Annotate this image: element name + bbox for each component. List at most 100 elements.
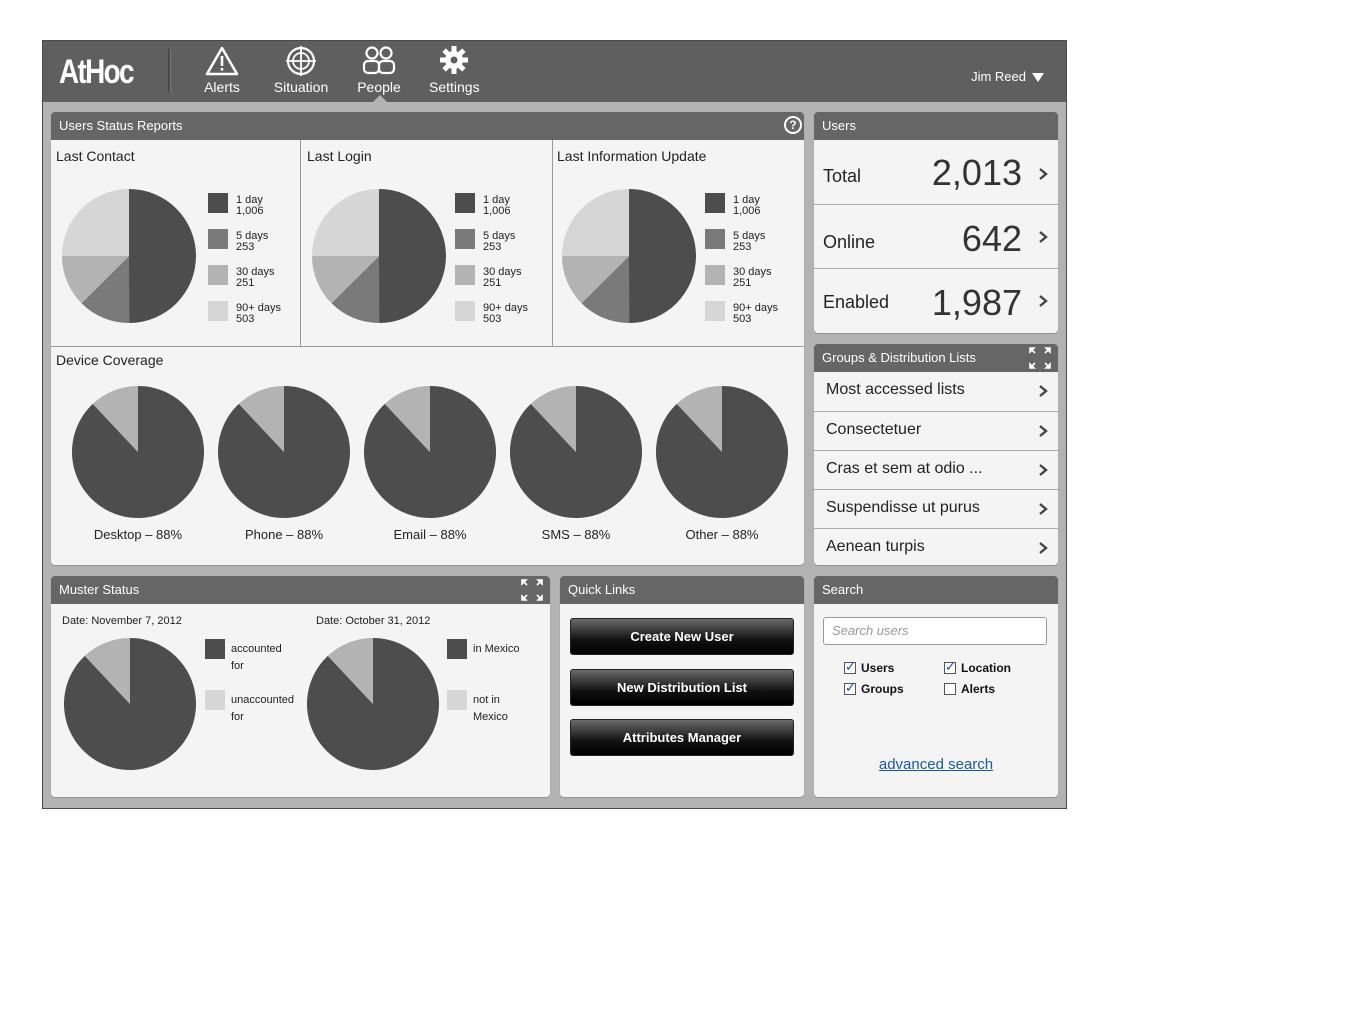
- stat-label: Total: [823, 166, 862, 186]
- pie-slice-90-plus-days: [312, 189, 379, 256]
- chart-title: Last Contact: [56, 148, 135, 164]
- muster-pie-chart: [307, 638, 439, 770]
- user-menu[interactable]: Jim Reed: [971, 69, 1044, 84]
- nav-settings[interactable]: Settings: [429, 45, 480, 95]
- pie-caption: SMS – 88%: [541, 527, 611, 542]
- users-enabled-row[interactable]: Enabled 1,987: [814, 268, 1058, 333]
- pie-caption: Desktop – 88%: [93, 527, 183, 542]
- group-list-label: Aenean turpis: [826, 538, 925, 555]
- chevron-right-icon: [1039, 385, 1048, 397]
- email-coverage-pie: [364, 386, 496, 518]
- pie-caption: Phone – 88%: [244, 527, 324, 542]
- divider: [552, 140, 553, 346]
- alert-triangle-icon: [205, 46, 239, 76]
- group-list-label: Consectetuer: [826, 421, 922, 438]
- expand-icon[interactable]: [520, 578, 544, 602]
- legend-swatch: [205, 639, 225, 659]
- pie-caption: Other – 88%: [685, 527, 759, 542]
- groups-distribution-lists-panel: Groups & Distribution Lists Most accesse…: [814, 344, 1058, 565]
- muster-date: Date: November 7, 2012: [62, 615, 182, 627]
- panel-header: Quick Links: [560, 576, 804, 604]
- legend-label: for: [231, 711, 244, 723]
- other-coverage-pie: [656, 386, 788, 518]
- pie-slice-90-plus-days: [562, 189, 629, 256]
- last-login-pie-chart: [312, 189, 447, 323]
- muster-status-panel: Muster Status Date: November 7, 2012 acc…: [51, 576, 550, 797]
- legend-value: 503: [483, 313, 502, 325]
- group-list-item[interactable]: Consectetuer: [814, 411, 1058, 450]
- location-checkbox[interactable]: Location: [944, 659, 1011, 675]
- users-checkbox[interactable]: Users: [844, 659, 894, 675]
- chevron-right-icon: [1039, 168, 1048, 180]
- nav-alerts[interactable]: Alerts: [203, 45, 241, 95]
- legend-label: accounted: [231, 643, 282, 655]
- create-new-user-button[interactable]: Create New User: [570, 618, 794, 655]
- legend-value: 1,006: [483, 205, 511, 217]
- attributes-manager-button[interactable]: Attributes Manager: [570, 719, 794, 756]
- chevron-right-icon: [1039, 425, 1048, 437]
- chevron-down-icon: [1032, 73, 1044, 83]
- expand-icon[interactable]: [1028, 346, 1052, 370]
- desktop-coverage-pie: [72, 386, 205, 518]
- checkbox-label: Groups: [861, 682, 904, 696]
- groups-checkbox[interactable]: Groups: [844, 680, 904, 696]
- chevron-right-icon: [1039, 464, 1048, 476]
- panel-title: Quick Links: [568, 582, 636, 597]
- logo-divider: [168, 49, 171, 93]
- search-panel: Search Search users Users Location Group…: [814, 576, 1058, 797]
- nav-people-label: People: [357, 79, 401, 95]
- search-input[interactable]: Search users: [823, 617, 1047, 645]
- panel-title: Groups & Distribution Lists: [822, 350, 976, 365]
- legend-swatch: [455, 193, 475, 213]
- nav-people[interactable]: People: [357, 45, 401, 95]
- checkbox-label: Location: [961, 661, 1011, 675]
- sms-coverage-pie: [510, 386, 642, 518]
- help-icon[interactable]: ?: [784, 116, 802, 134]
- group-list-item[interactable]: Aenean turpis: [814, 528, 1058, 565]
- chart-title: Last Login: [307, 148, 372, 164]
- checkbox-checked[interactable]: [844, 680, 856, 696]
- people-icon: [362, 46, 396, 75]
- checkbox-checked[interactable]: [844, 659, 856, 675]
- legend-swatch: [208, 193, 228, 213]
- chevron-right-icon: [1039, 231, 1048, 243]
- users-total-row[interactable]: Total 2,013: [814, 140, 1058, 204]
- app-window: AtHoc Alerts Situation People Settings J…: [42, 40, 1067, 809]
- legend-swatch: [208, 229, 228, 249]
- pie-caption: Email – 88%: [393, 527, 467, 542]
- panel-header: Users Status Reports ?: [51, 112, 804, 140]
- users-online-row[interactable]: Online 642: [814, 204, 1058, 269]
- legend-swatch: [455, 265, 475, 285]
- legend-value: 253: [733, 241, 752, 253]
- pie-slice-1-day: [629, 189, 697, 323]
- group-list-item[interactable]: Most accessed lists: [814, 372, 1058, 410]
- legend-value: 251: [733, 277, 752, 289]
- chevron-right-icon: [1039, 542, 1048, 554]
- stat-value: 1,987: [931, 282, 1022, 323]
- panel-title: Users Status Reports: [59, 118, 183, 133]
- legend-label: Mexico: [473, 711, 508, 723]
- phone-coverage-pie: [218, 386, 350, 518]
- legend-swatch: [705, 301, 725, 321]
- active-nav-indicator: [373, 95, 387, 102]
- group-list-item[interactable]: Suspendisse ut purus: [814, 489, 1058, 528]
- checkbox-unchecked[interactable]: [944, 683, 956, 695]
- panel-header: Users: [814, 112, 1058, 140]
- pie-slice-1-day: [379, 189, 447, 323]
- user-name: Jim Reed: [971, 69, 1026, 84]
- advanced-search-link[interactable]: advanced search: [814, 756, 1058, 773]
- legend-swatch: [447, 690, 467, 710]
- last-information-update-pie-chart: [562, 189, 697, 323]
- group-list-item[interactable]: Cras et sem at odio ...: [814, 450, 1058, 489]
- stat-label: Enabled: [823, 292, 890, 312]
- pie-slice-90-plus-days: [62, 189, 130, 256]
- legend-value: 1,006: [236, 205, 264, 217]
- stat-value: 642: [961, 218, 1022, 259]
- muster-pie-chart: [63, 638, 197, 770]
- checkbox-checked[interactable]: [944, 659, 956, 675]
- new-distribution-list-button[interactable]: New Distribution List: [570, 669, 794, 706]
- legend-value: 253: [236, 241, 255, 253]
- alerts-checkbox[interactable]: Alerts: [944, 682, 995, 696]
- panel-title: Muster Status: [59, 582, 140, 597]
- nav-situation[interactable]: Situation: [273, 45, 329, 95]
